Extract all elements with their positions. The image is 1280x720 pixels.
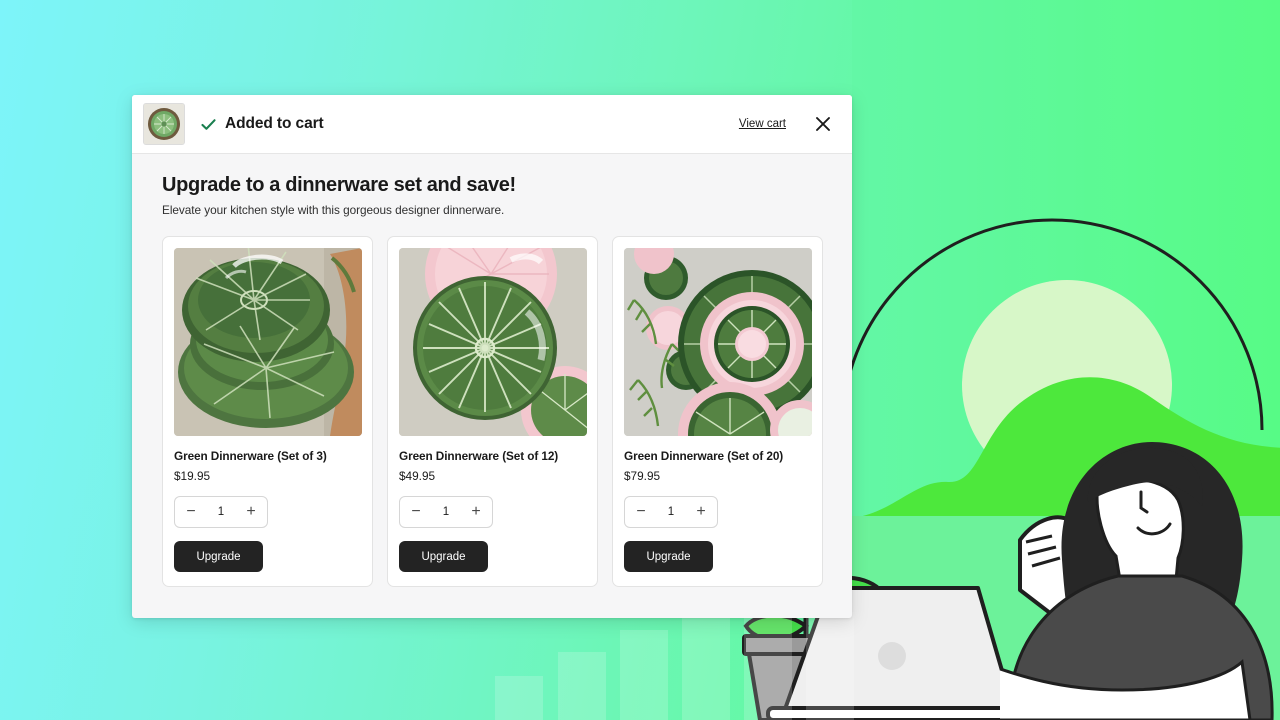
upgrade-button[interactable]: Upgrade (624, 541, 713, 572)
quantity-value: 1 (442, 506, 450, 518)
decrease-quantity-button[interactable]: − (634, 503, 648, 520)
increase-quantity-button[interactable]: + (244, 503, 258, 520)
upgrade-button[interactable]: Upgrade (174, 541, 263, 572)
product-thumbnail (143, 103, 185, 145)
product-price: $49.95 (399, 469, 436, 483)
product-title: Green Dinnerware (Set of 12) (399, 449, 559, 463)
close-icon[interactable] (812, 113, 834, 135)
added-to-cart-modal: Added to cart View cart Upgrade to a din… (132, 95, 852, 618)
product-title: Green Dinnerware (Set of 3) (174, 449, 327, 463)
quantity-value: 1 (217, 506, 225, 518)
upgrade-button[interactable]: Upgrade (399, 541, 488, 572)
background-bar-chart (0, 612, 1280, 720)
product-price: $19.95 (174, 469, 211, 483)
promo-subtitle: Elevate your kitchen style with this gor… (162, 203, 505, 217)
modal-title: Added to cart (225, 115, 324, 132)
decrease-quantity-button[interactable]: − (409, 503, 423, 520)
decrease-quantity-button[interactable]: − (184, 503, 198, 520)
product-price: $79.95 (624, 469, 661, 483)
product-image (174, 248, 362, 436)
view-cart-link[interactable]: View cart (739, 118, 786, 130)
page-title: Upgrade to a dinnerware set and save! (162, 174, 516, 196)
increase-quantity-button[interactable]: + (694, 503, 708, 520)
quantity-stepper[interactable]: − 1 + (174, 496, 268, 528)
quantity-value: 1 (667, 506, 675, 518)
product-card[interactable]: Green Dinnerware (Set of 3) $19.95 − 1 +… (162, 236, 373, 587)
product-title: Green Dinnerware (Set of 20) (624, 449, 784, 463)
check-icon (200, 116, 217, 133)
quantity-stepper[interactable]: − 1 + (624, 496, 718, 528)
increase-quantity-button[interactable]: + (469, 503, 483, 520)
product-card-list: Green Dinnerware (Set of 3) $19.95 − 1 +… (162, 236, 823, 587)
product-card[interactable]: Green Dinnerware (Set of 12) $49.95 − 1 … (387, 236, 598, 587)
product-image (399, 248, 587, 436)
product-image (624, 248, 812, 436)
quantity-stepper[interactable]: − 1 + (399, 496, 493, 528)
modal-header: Added to cart View cart (132, 95, 852, 154)
product-card[interactable]: Green Dinnerware (Set of 20) $79.95 − 1 … (612, 236, 823, 587)
modal-body: Upgrade to a dinnerware set and save! El… (132, 154, 852, 618)
